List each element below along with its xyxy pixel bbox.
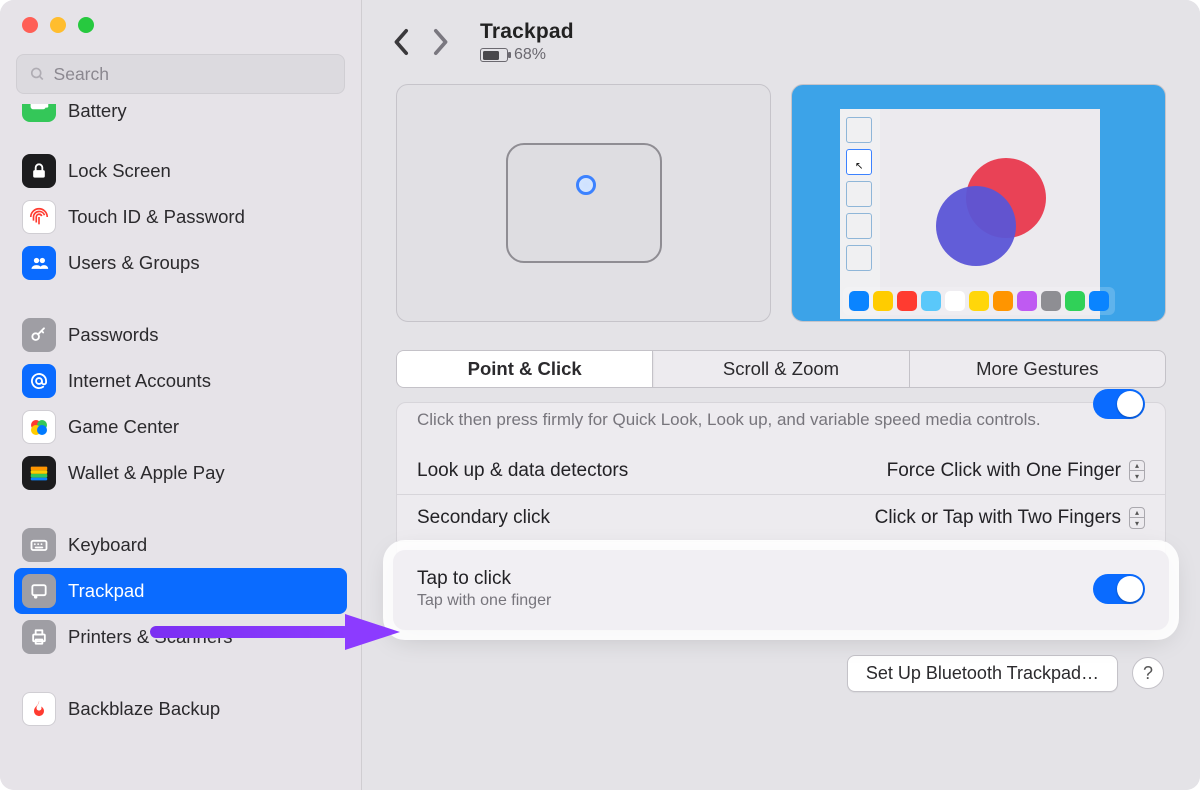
secondary-click-row[interactable]: Secondary click Click or Tap with Two Fi…	[397, 495, 1165, 542]
main-panel: Trackpad 68% ↖	[362, 0, 1200, 790]
gamecenter-icon	[22, 410, 56, 444]
key-icon	[22, 318, 56, 352]
trackpad-preview	[396, 84, 771, 322]
wallet-icon	[22, 456, 56, 490]
stepper-icon[interactable]: ▴▾	[1129, 460, 1145, 482]
back-button[interactable]	[386, 26, 418, 58]
search-field[interactable]	[16, 54, 345, 94]
tab-point-click[interactable]: Point & Click	[397, 351, 653, 387]
stepper-icon[interactable]: ▴▾	[1129, 507, 1145, 529]
help-button[interactable]: ?	[1132, 657, 1164, 689]
preview-row: ↖	[396, 84, 1166, 322]
secondary-click-label: Secondary click	[417, 507, 875, 529]
sidebar-item-label: Users & Groups	[68, 252, 200, 274]
sidebar-item-users-groups[interactable]: Users & Groups	[14, 240, 347, 286]
trackpad-icon	[22, 574, 56, 608]
sidebar-item-label: Trackpad	[68, 580, 144, 602]
dock-app	[969, 291, 989, 311]
sidebar-item-backblaze-backup[interactable]: Backblaze Backup	[14, 686, 347, 732]
sidebar-item-label: Printers & Scanners	[68, 626, 233, 648]
dock-app	[1089, 291, 1109, 311]
trackpad-tabs: Point & ClickScroll & ZoomMore Gestures	[396, 350, 1166, 388]
tap-to-click-sub: Tap with one finger	[417, 592, 1093, 610]
sidebar-item-label: Battery	[68, 104, 127, 122]
tap-to-click-toggle[interactable]	[1093, 574, 1145, 604]
sidebar: Battery Lock Screen Touch ID & Password Use…	[0, 0, 362, 790]
search-input[interactable]	[54, 64, 332, 85]
setup-bluetooth-trackpad-button[interactable]: Set Up Bluetooth Trackpad…	[847, 655, 1118, 692]
sidebar-item-printers-scanners[interactable]: Printers & Scanners	[14, 614, 347, 660]
dock-app	[945, 291, 965, 311]
lookup-label: Look up & data detectors	[417, 460, 887, 482]
fullscreen-window-button[interactable]	[78, 17, 94, 33]
dock-app	[1041, 291, 1061, 311]
dock-app	[897, 291, 917, 311]
sidebar-item-keyboard[interactable]: Keyboard	[14, 522, 347, 568]
tab-more-gestures[interactable]: More Gestures	[910, 351, 1165, 387]
dock-app	[873, 291, 893, 311]
window-controls	[0, 0, 361, 50]
dock-app	[1065, 291, 1085, 311]
force-click-description: Click then press firmly for Quick Look, …	[397, 403, 1165, 448]
printer-icon	[22, 620, 56, 654]
tap-to-click-label: Tap to click	[417, 568, 1093, 590]
demo-dock	[843, 287, 1115, 315]
main-header: Trackpad 68%	[362, 0, 1200, 84]
sidebar-item-label: Passwords	[68, 324, 158, 346]
settings-list: Click then press firmly for Quick Look, …	[396, 402, 1166, 631]
minimize-window-button[interactable]	[50, 17, 66, 33]
cursor-icon: ↖	[855, 161, 863, 172]
sidebar-item-passwords[interactable]: Passwords	[14, 312, 347, 358]
dock-app	[849, 291, 869, 311]
lock-icon	[22, 154, 56, 188]
lookup-value[interactable]: Force Click with One Finger ▴▾	[887, 460, 1145, 482]
tab-scroll-zoom[interactable]: Scroll & Zoom	[653, 351, 909, 387]
at-icon	[22, 364, 56, 398]
sidebar-item-label: Backblaze Backup	[68, 698, 220, 720]
sidebar-item-label: Lock Screen	[68, 160, 171, 182]
sidebar-list: Battery Lock Screen Touch ID & Password Use…	[0, 104, 361, 790]
dock-app	[921, 291, 941, 311]
lookup-row[interactable]: Look up & data detectors Force Click wit…	[397, 448, 1165, 495]
sidebar-item-label: Touch ID & Password	[68, 206, 245, 228]
battery-percent: 68%	[514, 46, 546, 64]
sidebar-item-game-center[interactable]: Game Center	[14, 404, 347, 450]
forward-button[interactable]	[424, 26, 456, 58]
sidebar-item-internet-accounts[interactable]: Internet Accounts	[14, 358, 347, 404]
sidebar-item-touch-id-password[interactable]: Touch ID & Password	[14, 194, 347, 240]
battery-status: 68%	[480, 46, 574, 64]
sidebar-item-trackpad[interactable]: Trackpad	[14, 568, 347, 614]
footer-row: Set Up Bluetooth Trackpad… ?	[396, 655, 1166, 692]
battery-icon	[480, 48, 508, 62]
sidebar-item-label: Wallet & Apple Pay	[68, 462, 225, 484]
sidebar-item-label: Internet Accounts	[68, 370, 211, 392]
sidebar-item-label: Keyboard	[68, 534, 147, 556]
fingerprint-icon	[22, 200, 56, 234]
keyboard-icon	[22, 528, 56, 562]
trackpad-shape	[506, 143, 662, 263]
force-click-toggle[interactable]	[1093, 389, 1145, 419]
finger-indicator	[576, 175, 596, 195]
tap-to-click-row[interactable]: Tap to click Tap with one finger	[393, 550, 1169, 630]
dock-app	[993, 291, 1013, 311]
battery-icon	[22, 104, 56, 122]
secondary-click-value[interactable]: Click or Tap with Two Fingers ▴▾	[875, 507, 1145, 529]
page-title: Trackpad	[480, 20, 574, 44]
flame-icon	[22, 692, 56, 726]
search-icon	[29, 65, 46, 83]
settings-window: Battery Lock Screen Touch ID & Password Use…	[0, 0, 1200, 790]
users-icon	[22, 246, 56, 280]
gesture-demo-preview: ↖	[791, 84, 1166, 322]
sidebar-item-battery[interactable]: Battery	[14, 104, 347, 122]
sidebar-item-wallet-apple-pay[interactable]: Wallet & Apple Pay	[14, 450, 347, 496]
sidebar-item-lock-screen[interactable]: Lock Screen	[14, 148, 347, 194]
dock-app	[1017, 291, 1037, 311]
close-window-button[interactable]	[22, 17, 38, 33]
sidebar-item-label: Game Center	[68, 416, 179, 438]
